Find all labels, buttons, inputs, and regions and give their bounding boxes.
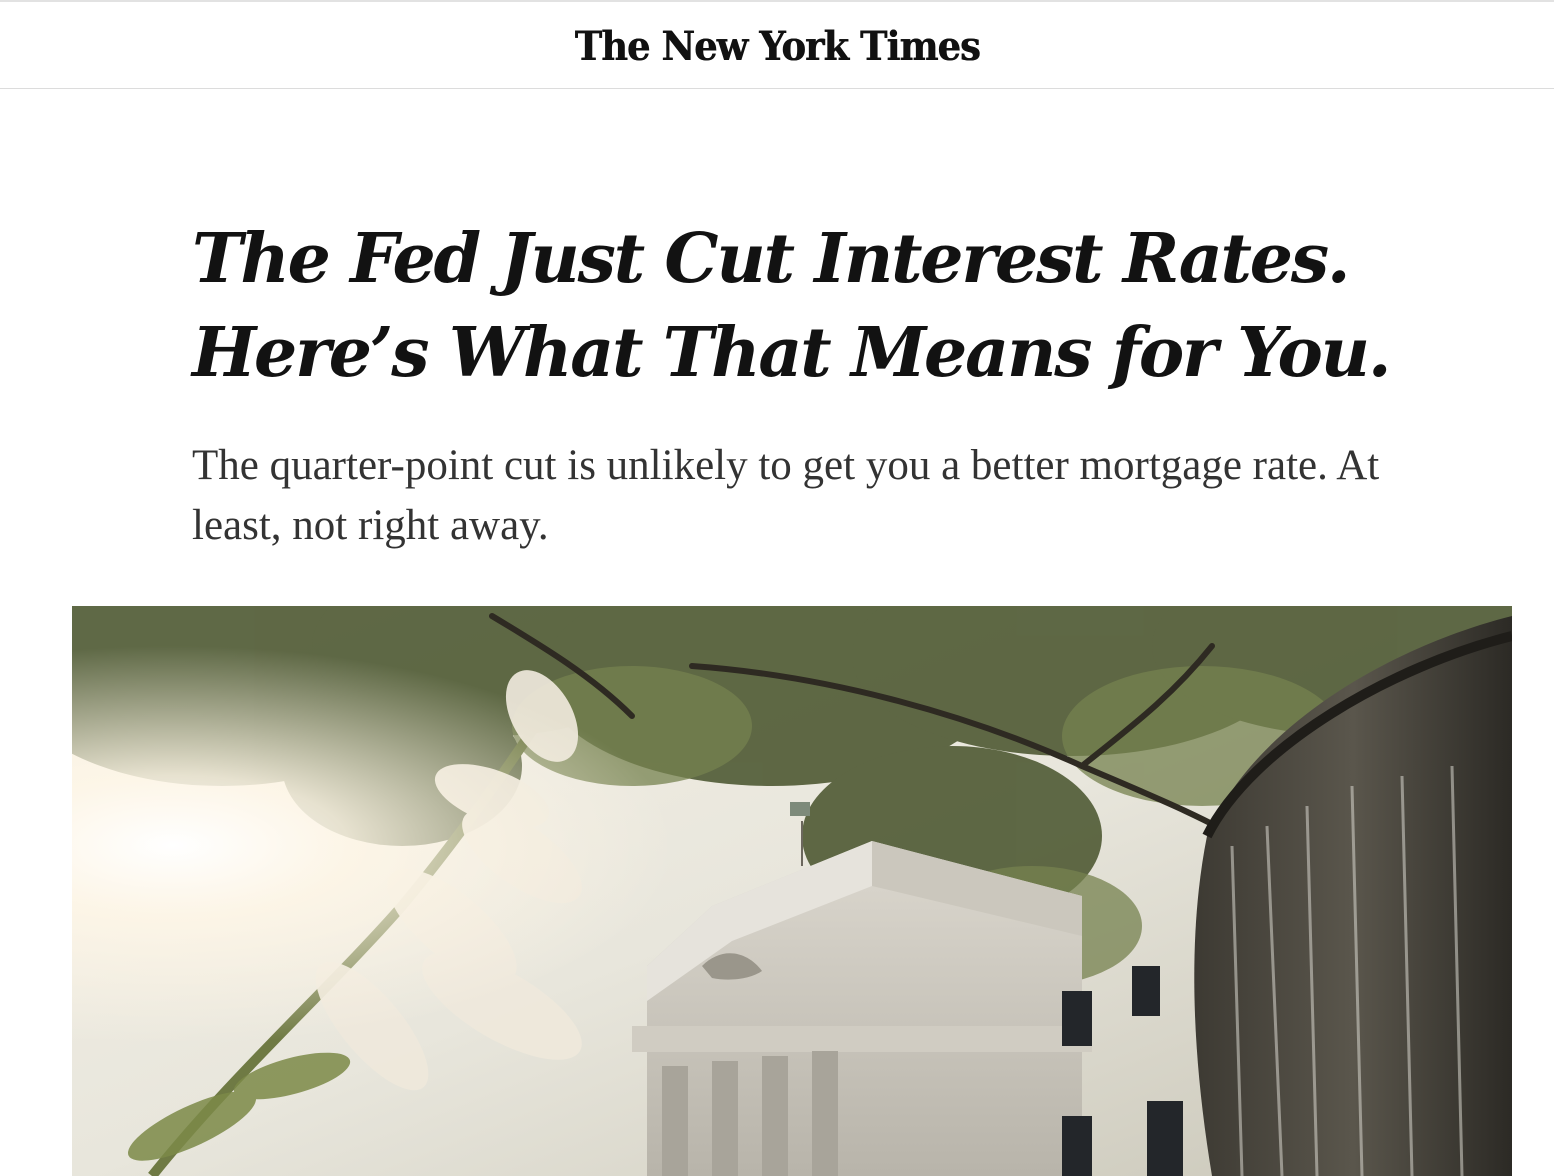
- hero-image[interactable]: [72, 606, 1512, 1176]
- headline-line-2: Here’s What That Means for You.: [192, 313, 1392, 393]
- headline-line-1: The Fed Just Cut Interest Rates.: [192, 219, 1351, 299]
- masthead: The New York Times: [0, 0, 1554, 89]
- article-page: The New York Times The Fed Just Cut Inte…: [0, 0, 1554, 1176]
- hero-photo-illustration: [72, 606, 1512, 1176]
- article-headline: The Fed Just Cut Interest Rates. Here’s …: [192, 212, 1432, 400]
- article-summary: The quarter-point cut is unlikely to get…: [192, 442, 1380, 549]
- nyt-logo[interactable]: The New York Times: [574, 23, 980, 70]
